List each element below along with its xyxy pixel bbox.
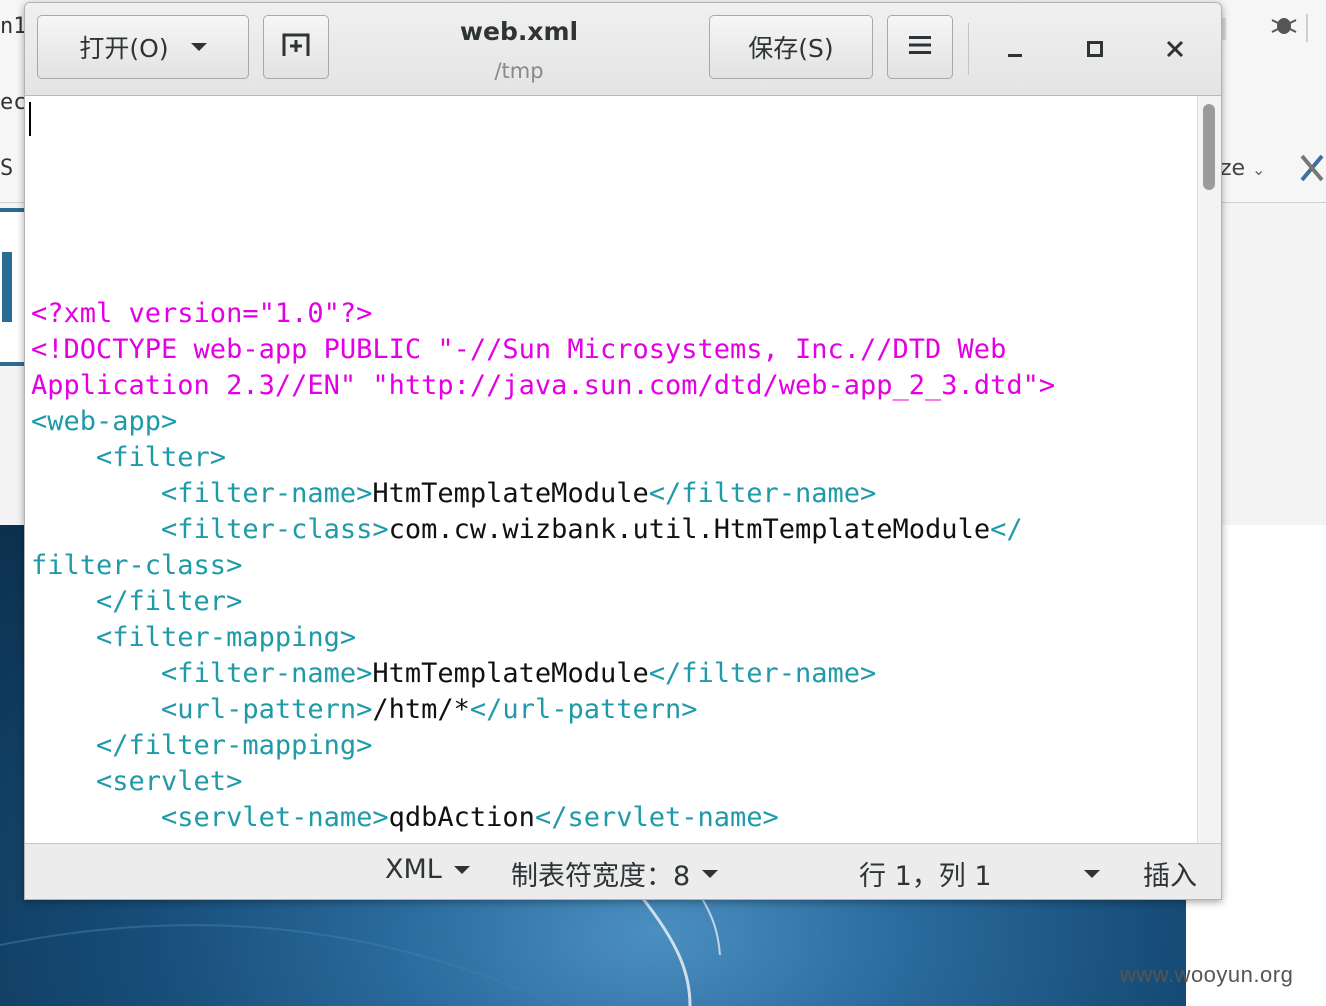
code-token: </url-pattern> [469, 694, 698, 725]
menu-button[interactable] [887, 15, 953, 79]
header-bar: 打开(O) web.xml /tmp 保存(S) [25, 3, 1221, 96]
code-token: HtmTemplateModule [372, 658, 649, 689]
code-token: qdbAction [388, 802, 535, 833]
code-line: filter-class> [31, 548, 1055, 584]
code-line: <url-pattern>/htm/*</url-pattern> [31, 692, 1055, 728]
language-label: XML [385, 854, 442, 885]
chevron-down-icon [1083, 869, 1100, 878]
code-line: </filter-mapping> [31, 728, 1055, 764]
code-token: </servlet-name> [534, 802, 779, 833]
save-button-label: 保存(S) [748, 34, 834, 63]
code-token: com.cw.wizbank.util.HtmTemplateModule [388, 514, 991, 545]
code-token: </filter-mapping> [31, 730, 373, 761]
code-token: <servlet> [31, 766, 243, 797]
new-tab-button[interactable] [263, 15, 329, 79]
code-line: <filter-name>HtmTemplateModule</filter-n… [31, 476, 1055, 512]
code-token: <filter-name> [31, 658, 373, 689]
tab-width-selector[interactable]: 制表符宽度：8 [511, 854, 719, 893]
insert-mode-label: 插入 [1143, 861, 1197, 892]
open-button[interactable]: 打开(O) [37, 15, 249, 79]
text-editor-area[interactable]: <?xml version="1.0"?> <!DOCTYPE web-app P… [25, 96, 1197, 843]
insert-mode-indicator[interactable]: 插入 [1143, 854, 1197, 893]
chevron-down-icon [190, 43, 207, 51]
code-token: <url-pattern> [31, 694, 373, 725]
maximize-button[interactable] [1075, 29, 1115, 69]
code-token: </filter> [31, 586, 243, 617]
minimize-button[interactable] [995, 29, 1035, 69]
maximize-icon [1087, 41, 1103, 57]
code-token: <filter> [31, 442, 227, 473]
code-line: <filter-class>com.cw.wizbank.util.HtmTem… [31, 512, 1055, 548]
code-line: <filter-mapping> [31, 620, 1055, 656]
background-text: n1 [0, 14, 27, 39]
code-line: <filter-name>HtmTemplateModule</filter-n… [31, 656, 1055, 692]
chevron-down-icon [702, 869, 719, 878]
save-button[interactable]: 保存(S) [709, 15, 873, 79]
close-button[interactable] [1155, 29, 1195, 69]
code-token: </filter-name> [648, 658, 877, 689]
tab-width-label: 制表符宽度：8 [511, 861, 691, 892]
code-token: <?xml version="1.0"?> [31, 298, 373, 329]
window-subtitle: /tmp [494, 59, 544, 83]
text-cursor [29, 102, 31, 136]
open-button-label: 打开(O) [79, 34, 169, 63]
code-line: <filter> [31, 440, 1055, 476]
chevron-down-icon: ⌄ [1252, 160, 1266, 179]
code-token: <!DOCTYPE web-app PUBLIC "-//Sun Microsy… [31, 334, 1007, 365]
cursor-position-label: 行 1，列 1 [859, 861, 992, 892]
code-token: <filter-mapping> [31, 622, 357, 653]
background-text: ze [1220, 156, 1246, 181]
code-line: <web-app> [31, 404, 1055, 440]
cursor-position-selector[interactable]: 行 1，列 1 [859, 854, 1100, 893]
background-text: S [0, 156, 14, 181]
background-panel-edge [0, 208, 24, 366]
code-line: <!DOCTYPE web-app PUBLIC "-//Sun Microsy… [31, 332, 1055, 368]
code-token: <filter-name> [31, 478, 373, 509]
code-token: </filter-name> [648, 478, 877, 509]
code-token: <filter-class> [31, 514, 389, 545]
window-title: web.xml [459, 17, 579, 46]
minimize-icon [1008, 54, 1022, 57]
status-bar: XML 制表符宽度：8 行 1，列 1 插入 [25, 843, 1221, 899]
watermark: www.wooyun.org [1120, 962, 1294, 987]
code-line: <?xml version="1.0"?> [31, 296, 1055, 332]
new-tab-icon [281, 31, 311, 63]
code-token: <servlet-name> [31, 802, 389, 833]
hamburger-menu-icon [908, 33, 932, 62]
chevron-down-icon [453, 865, 470, 874]
code-token: Application 2.3//EN" "http://java.sun.co… [31, 370, 1056, 401]
bug-icon [1268, 12, 1300, 38]
background-divider [1306, 14, 1308, 42]
code-line: <servlet-name>qdbAction</servlet-name> [31, 800, 1055, 836]
code-token: </ [990, 514, 1023, 545]
header-separator [968, 23, 969, 75]
code-token: filter-class> [31, 550, 243, 581]
code-line: </filter> [31, 584, 1055, 620]
code-token: HtmTemplateModule [372, 478, 649, 509]
background-text: ec [0, 90, 27, 115]
editor-window: 打开(O) web.xml /tmp 保存(S) <?xml version="… [24, 2, 1222, 900]
code-line: Application 2.3//EN" "http://java.sun.co… [31, 368, 1055, 404]
scrollbar-thumb[interactable] [1203, 104, 1215, 190]
language-selector[interactable]: XML [385, 854, 470, 885]
close-icon [1166, 40, 1184, 58]
code-line: <servlet> [31, 764, 1055, 800]
tools-icon [1298, 150, 1326, 184]
code-token: /htm/* [372, 694, 470, 725]
code-token: <web-app> [31, 406, 178, 437]
vertical-scrollbar[interactable] [1197, 96, 1221, 843]
code-content[interactable]: <?xml version="1.0"?> <!DOCTYPE web-app P… [31, 296, 1055, 836]
